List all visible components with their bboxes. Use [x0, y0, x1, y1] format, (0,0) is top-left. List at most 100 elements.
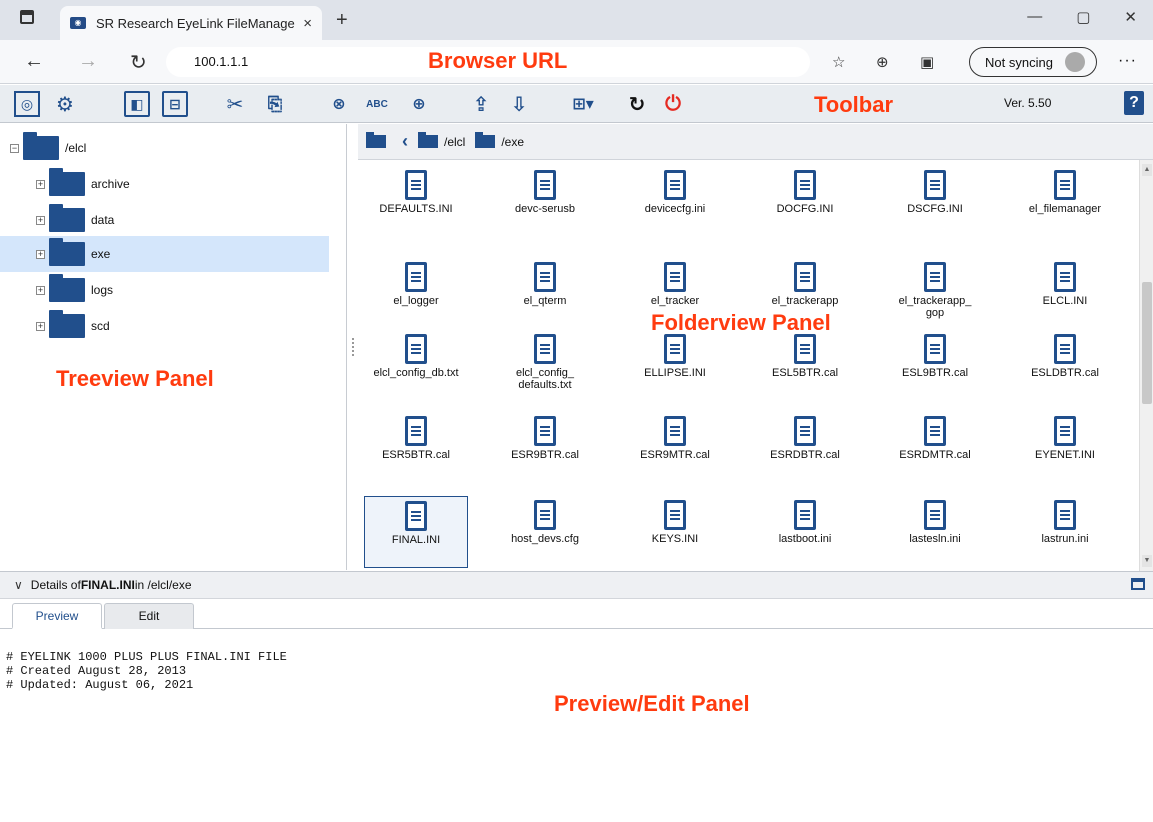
file-item[interactable]: elcl_config_ defaults.txt [493, 330, 597, 402]
panel-splitter[interactable] [352, 338, 354, 356]
settings-gear-icon[interactable]: ⚙ [52, 91, 78, 117]
chevron-down-icon[interactable]: ∨ [14, 578, 23, 592]
file-name: host_devs.cfg [511, 533, 579, 545]
browser-address-bar: ← → ↻ 100.1.1.1 Browser URL ☆ ⊕ ▣ Not sy… [0, 40, 1153, 84]
file-item[interactable]: ELLIPSE.INI [623, 330, 727, 402]
document-icon [664, 500, 686, 530]
screenshot-icon[interactable]: ▣ [920, 53, 934, 71]
dock-panel-icon[interactable]: ⊟ [162, 91, 188, 117]
expand-icon[interactable]: + [36, 249, 45, 259]
file-item[interactable]: el_trackerapp_ gop [883, 258, 987, 330]
tree-node-archive[interactable]: + archive [36, 166, 336, 202]
expand-icon[interactable]: + [36, 215, 45, 225]
preview-line: # Created August 28, 2013 [6, 664, 187, 678]
delete-file-icon[interactable]: ⊗ [326, 91, 352, 117]
expand-icon[interactable]: + [36, 321, 45, 331]
tab-title: SR Research EyeLink FileManage [96, 15, 295, 31]
breadcrumb-item[interactable]: /elcl [418, 132, 465, 149]
cut-icon[interactable]: ✂ [222, 91, 248, 117]
browser-tab[interactable]: ◉ SR Research EyeLink FileManage × [60, 6, 322, 40]
power-off-icon[interactable]: ⏻ [660, 91, 686, 117]
file-item[interactable]: lastboot.ini [753, 496, 857, 568]
view-mode-dropdown-icon[interactable]: ⊞▾ [570, 91, 596, 117]
file-item[interactable]: ESR9BTR.cal [493, 412, 597, 484]
rename-icon[interactable]: ABC [364, 91, 390, 117]
help-button[interactable]: ? [1124, 91, 1144, 115]
treeview-annotation: Treeview Panel [56, 366, 214, 391]
file-item[interactable]: el_filemanager [1013, 166, 1117, 238]
sync-button[interactable]: Not syncing [969, 47, 1097, 77]
tree-node-scd[interactable]: + scd [36, 308, 336, 344]
paste-icon[interactable]: ⎘ [262, 91, 288, 117]
file-item[interactable]: ESR5BTR.cal [364, 412, 468, 484]
file-item[interactable]: lastesln.ini [883, 496, 987, 568]
file-item[interactable]: FINAL.INI [364, 496, 468, 568]
tree-node-logs[interactable]: + logs [36, 272, 336, 308]
back-chevron-icon[interactable]: ‹ [402, 131, 408, 152]
close-window-icon[interactable]: ✕ [1124, 8, 1137, 26]
favorites-star-icon[interactable]: ☆ [832, 53, 845, 71]
file-item[interactable]: el_logger [364, 258, 468, 330]
document-icon [794, 170, 816, 200]
eyelink-logo-icon[interactable]: ◎ [14, 91, 40, 117]
file-item[interactable]: DOCFG.INI [753, 166, 857, 238]
tab-close-icon[interactable]: × [303, 15, 312, 32]
sync-label: Not syncing [985, 54, 1053, 70]
file-item[interactable]: EYENET.INI [1013, 412, 1117, 484]
file-item[interactable]: ESR9MTR.cal [623, 412, 727, 484]
new-tab-button[interactable]: + [336, 9, 348, 32]
download-icon[interactable]: ⇩ [506, 91, 532, 117]
refresh-folder-icon[interactable]: ↻ [624, 91, 650, 117]
browser-menu-icon[interactable]: ··· [1118, 52, 1137, 70]
new-folder-icon[interactable]: ⊕ [406, 91, 432, 117]
folderview-annotation: Folderview Panel [651, 310, 831, 335]
restore-icon[interactable]: ▢ [1076, 8, 1090, 26]
file-item[interactable]: ESRDMTR.cal [883, 412, 987, 484]
forward-arrow-icon[interactable]: → [78, 50, 98, 73]
expand-icon[interactable]: + [36, 285, 45, 295]
file-item[interactable]: ELCL.INI [1013, 258, 1117, 330]
file-item[interactable]: elcl_config_db.txt [364, 330, 468, 402]
collapse-icon[interactable]: − [10, 143, 19, 153]
details-header[interactable]: ∨ Details of FINAL.INI in /elcl/exe [0, 571, 1153, 599]
folder-icon [49, 274, 85, 302]
back-arrow-icon[interactable]: ← [24, 50, 44, 73]
file-name: ESRDMTR.cal [899, 449, 971, 461]
split-view-icon[interactable]: ◧ [124, 91, 150, 117]
folderview-scrollbar[interactable]: ▲ ▼ [1139, 160, 1153, 571]
tree-label: exe [91, 247, 111, 261]
file-item[interactable]: DEFAULTS.INI [364, 166, 468, 238]
file-item[interactable]: ESL9BTR.cal [883, 330, 987, 402]
tree-label: logs [91, 283, 114, 297]
file-item[interactable]: devc-serusb [493, 166, 597, 238]
file-item[interactable]: ESLDBTR.cal [1013, 330, 1117, 402]
file-item[interactable]: DSCFG.INI [883, 166, 987, 238]
file-item[interactable]: lastrun.ini [1013, 496, 1117, 568]
tree-node-exe[interactable]: + exe [0, 236, 329, 272]
scrollbar-thumb[interactable] [1142, 282, 1152, 404]
tree-label: data [91, 213, 115, 227]
tab-edit[interactable]: Edit [104, 603, 194, 629]
maximize-panel-icon[interactable] [1131, 578, 1145, 590]
upload-icon[interactable]: ⇪ [468, 91, 494, 117]
tab-actions-icon[interactable] [20, 10, 34, 24]
tree-node-root[interactable]: − /elcl [10, 130, 86, 166]
scroll-up-icon[interactable]: ▲ [1142, 164, 1152, 176]
file-item[interactable]: host_devs.cfg [493, 496, 597, 568]
file-item[interactable]: ESRDBTR.cal [753, 412, 857, 484]
minimize-icon[interactable]: — [1027, 8, 1042, 26]
expand-icon[interactable]: + [36, 179, 45, 189]
tree-node-data[interactable]: + data [36, 202, 336, 238]
scroll-down-icon[interactable]: ▼ [1142, 555, 1152, 567]
file-item[interactable]: KEYS.INI [623, 496, 727, 568]
folder-up-button[interactable] [366, 132, 392, 148]
tab-preview[interactable]: Preview [12, 603, 102, 629]
collections-icon[interactable]: ⊕ [876, 53, 889, 71]
refresh-icon[interactable]: ↻ [130, 50, 147, 75]
file-item[interactable]: devicecfg.ini [623, 166, 727, 238]
breadcrumb-item[interactable]: /exe [475, 132, 524, 149]
file-item[interactable]: el_qterm [493, 258, 597, 330]
file-item[interactable]: ESL5BTR.cal [753, 330, 857, 402]
preview-content[interactable]: # EYELINK 1000 PLUS PLUS FINAL.INI FILE #… [0, 630, 1153, 822]
document-icon [534, 262, 556, 292]
